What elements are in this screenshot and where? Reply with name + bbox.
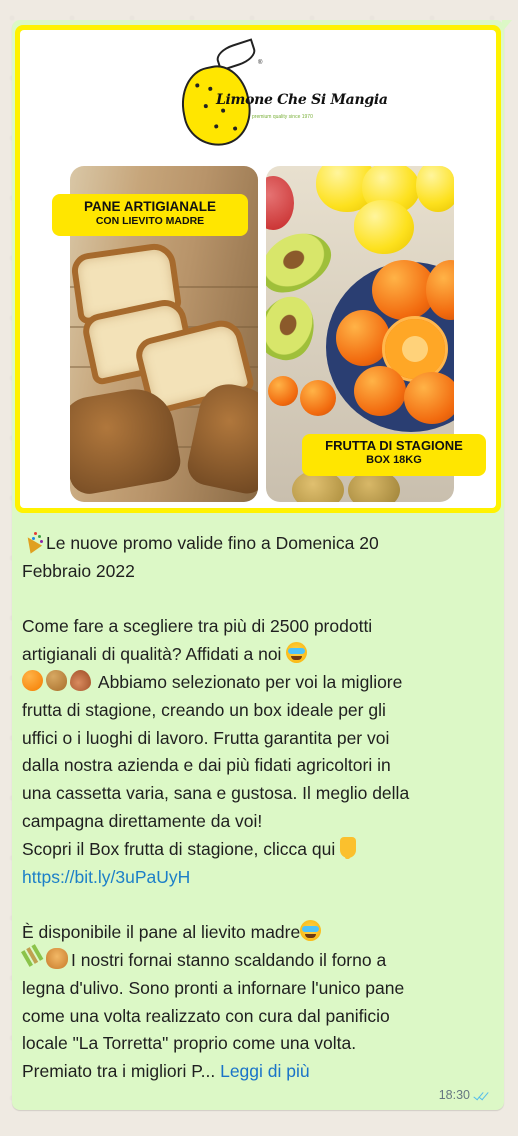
- message-line: legna d'ulivo. Sono pronti a infornare l…: [22, 977, 405, 998]
- promo-image-content: ® Limone Che Si Mangia premium quality s…: [20, 30, 496, 508]
- box-frutta-link[interactable]: https://bit.ly/3uPaUyH: [22, 867, 190, 887]
- star-struck-face-icon: [300, 920, 322, 942]
- bread-label: PANE ARTIGIANALE CON LIEVITO MADRE: [52, 194, 248, 236]
- bread-icon: [46, 947, 68, 969]
- message-line: È disponibile il pane al lievito madre: [22, 919, 492, 947]
- message-line: campagna direttamente da voi!: [22, 810, 263, 831]
- bread-label-subtitle: CON LIEVITO MADRE: [95, 214, 205, 227]
- fruit-label: FRUTTA DI STAGIONE BOX 18KG: [302, 434, 486, 476]
- wheat-icon: [22, 948, 43, 969]
- onion-icon: [70, 669, 91, 691]
- message-line: Come fare a scegliere tra più di 2500 pr…: [22, 616, 373, 637]
- message-line: una cassetta varia, sana e gustosa. Il m…: [22, 783, 410, 804]
- bubble-tail: [502, 20, 512, 32]
- fruit-label-subtitle: BOX 18KG: [366, 453, 422, 466]
- party-popper-icon: [22, 531, 43, 552]
- message-line: I nostri fornai stanno scaldando il forn…: [22, 947, 492, 975]
- message-line: Premiato tra i migliori P... Leggi di pi…: [22, 1061, 310, 1082]
- message-line: frutta di stagione, creando un box ideal…: [22, 699, 386, 720]
- double-check-icon: [474, 1090, 490, 1101]
- logo-registered-mark: ®: [258, 60, 263, 66]
- message-line: Le nuove promo valide fino a Domenica 20: [22, 530, 492, 558]
- bread-label-title: PANE ARTIGIANALE: [83, 199, 216, 214]
- message-line: dalla nostra azienda e dai più fidati ag…: [22, 755, 391, 776]
- brand-logo: ® Limone Che Si Mangia premium quality s…: [174, 38, 388, 153]
- message-line: come una volta realizzato con cura dal p…: [22, 1005, 390, 1026]
- logo-tagline: premium quality since 1970: [252, 114, 313, 120]
- message-time: 18:30: [438, 1088, 470, 1102]
- message-line: Abbiamo selezionato per voi la migliore: [22, 669, 492, 697]
- message-line: artigianali di qualità? Affidati a noi: [22, 641, 492, 669]
- message-line: https://bit.ly/3uPaUyH: [22, 864, 492, 892]
- fruit-label-title: FRUTTA DI STAGIONE: [325, 438, 463, 453]
- potato-icon: [46, 669, 67, 691]
- logo-name: Limone Che Si Mangia: [216, 92, 388, 108]
- message-line: locale "La Torretta" proprio come una vo…: [22, 1033, 357, 1054]
- message-timestamp: 18:30: [439, 1088, 490, 1102]
- orange-icon: [22, 669, 43, 691]
- promo-image[interactable]: ® Limone Che Si Mangia premium quality s…: [15, 25, 501, 513]
- star-struck-face-icon: [286, 642, 308, 664]
- pointing-down-icon: [340, 836, 357, 859]
- message-line: Febbraio 2022: [22, 560, 135, 581]
- message-text: Le nuove promo valide fino a Domenica 20…: [22, 530, 492, 1086]
- read-more-link[interactable]: Leggi di più: [220, 1061, 310, 1081]
- message-line: uffici o i luoghi di lavoro. Frutta gara…: [22, 727, 390, 748]
- message-bubble[interactable]: ® Limone Che Si Mangia premium quality s…: [12, 20, 512, 1110]
- message-line: Scopri il Box frutta di stagione, clicca…: [22, 836, 492, 864]
